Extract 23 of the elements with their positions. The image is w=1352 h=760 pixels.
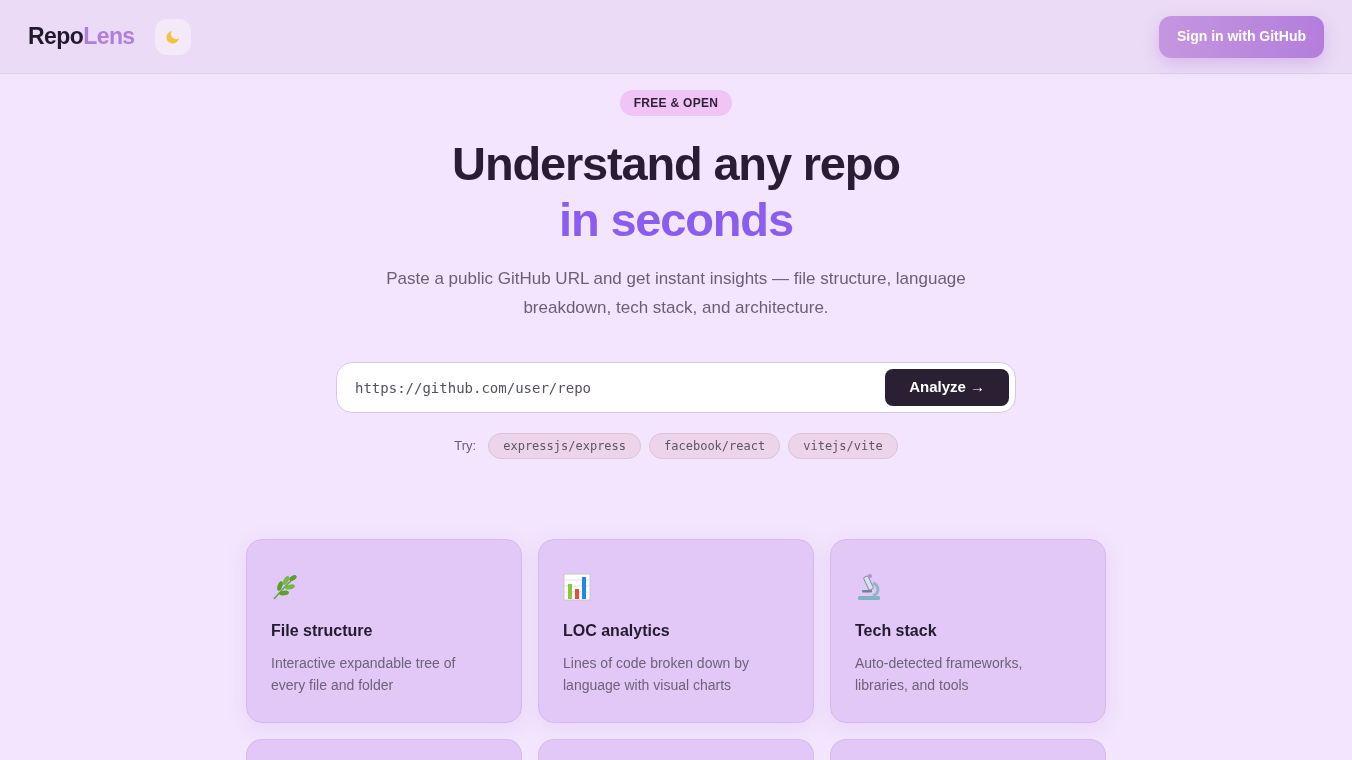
url-input[interactable]: https://github.com/user/repo [355,363,886,412]
feature-title: File structure [271,621,373,641]
feature-title: Tech stack [855,621,937,641]
badge: FREE & OPEN [619,90,733,116]
microscope-icon [855,573,883,601]
leaf-branch-icon [271,573,299,601]
theme-toggle-button[interactable] [154,18,191,55]
feature-description: Interactive expandable tree of every file and folder [271,654,457,695]
example-chip[interactable]: vitejs/vite [788,433,898,459]
feature-description: Auto-detected frameworks, libraries, and tools [855,654,1024,695]
example-chip[interactable]: facebook/react [649,433,781,459]
headline-highlight: in seconds [559,192,793,248]
headline: Understand any repo [452,136,900,192]
logo[interactable]: RepoLens [28,19,135,54]
feature-title: LOC analytics [563,621,670,641]
try-label: Try: [454,437,477,456]
url-search-field[interactable]: https://github.com/user/repo Analyze → [336,362,1016,413]
example-chip[interactable]: expressjs/express [488,433,642,459]
moon-icon [164,28,181,45]
bar-chart-icon [563,573,591,601]
description: Paste a public GitHub URL and get instant insights — file structure, language breakdown, tech stack, and architecture. [385,268,967,319]
feature-description: Lines of code broken down by language with visual charts [563,654,750,695]
analyze-button[interactable]: Analyze → [885,369,1009,406]
